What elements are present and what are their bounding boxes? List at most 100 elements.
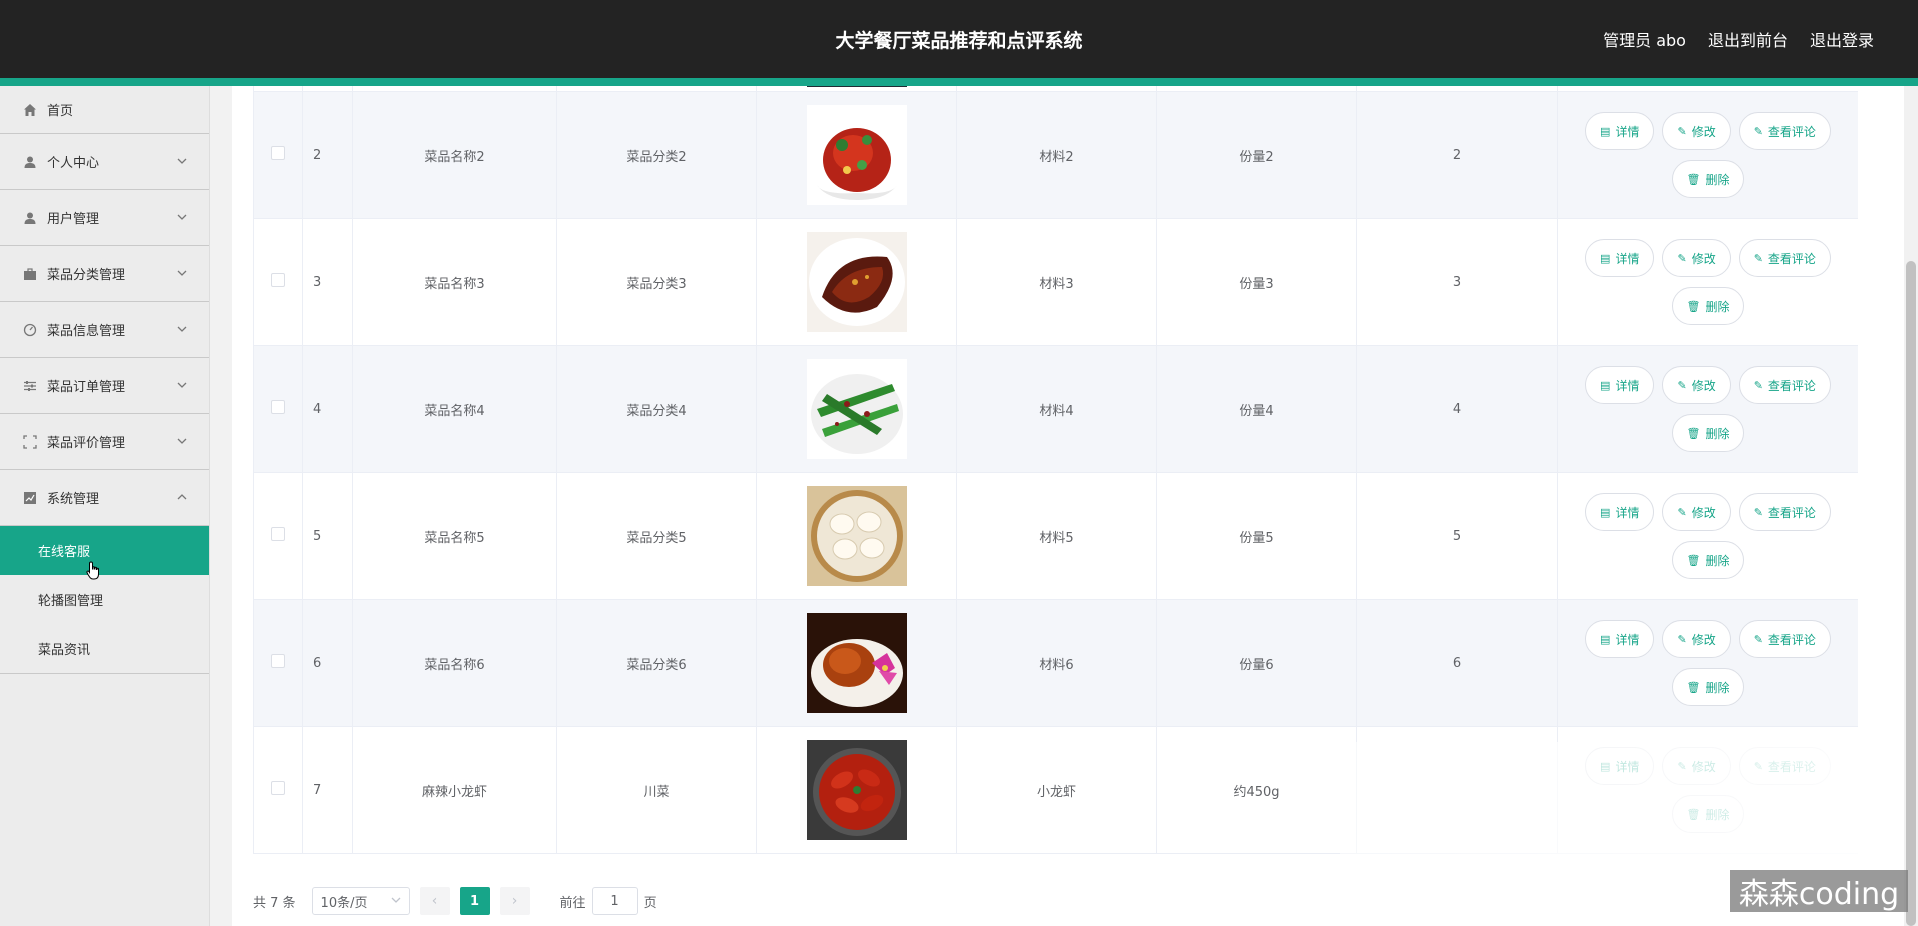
sidebar-subitem-carousel[interactable]: 轮播图管理 xyxy=(0,575,209,624)
edit-icon: ✎ xyxy=(1677,505,1687,519)
sidebar-subitem-dish-news[interactable]: 菜品资讯 xyxy=(0,624,209,673)
trash-icon: 🗑 xyxy=(1686,299,1701,313)
row-index: 3 xyxy=(302,218,353,346)
prev-page-button[interactable]: ‹ xyxy=(419,887,450,915)
row-actions: ▤详情 ✎修改 ✎查看评论 🗑删除 xyxy=(1573,112,1843,198)
exit-to-front-link[interactable]: 退出到前台 xyxy=(1708,27,1788,51)
dish-category-cell: 菜品分类3 xyxy=(556,218,757,346)
row-index: 4 xyxy=(302,345,353,473)
sidebar-item-label: 菜品信息管理 xyxy=(47,324,126,339)
detail-button[interactable]: ▤详情 xyxy=(1585,112,1655,150)
sidebar-item-label: 首页 xyxy=(47,104,74,119)
portion-cell: 份量2 xyxy=(1156,91,1357,219)
dashboard-icon xyxy=(22,322,38,338)
material-cell: 材料6 xyxy=(956,599,1157,727)
sidebar-item-dish-orders[interactable]: 菜品订单管理 xyxy=(0,358,209,414)
home-icon xyxy=(22,102,38,118)
document-icon: ▤ xyxy=(1600,124,1611,138)
row-index: 7 xyxy=(302,726,353,854)
delete-button[interactable]: 🗑删除 xyxy=(1671,287,1745,325)
view-comments-button[interactable]: ✎查看评论 xyxy=(1738,493,1831,531)
edit-button[interactable]: ✎修改 xyxy=(1662,620,1731,658)
dish-table: 2 菜品名称2 菜品分类2 材料2 份量2 2 ▤ 详情 ✎ 修改 ✎ 查看评论… xyxy=(253,86,1858,854)
view-comments-button[interactable]: ✎查看评论 xyxy=(1738,112,1831,150)
delete-button[interactable]: 🗑删除 xyxy=(1671,668,1745,706)
sidebar-item-label: 菜品分类管理 xyxy=(47,268,126,283)
edit-icon: ✎ xyxy=(1677,124,1687,138)
page-number-current[interactable]: 1 xyxy=(459,887,490,915)
material-cell: 材料5 xyxy=(956,472,1157,600)
view-comments-button[interactable]: ✎查看评论 xyxy=(1738,239,1831,277)
row-checkbox[interactable] xyxy=(271,146,285,160)
sidebar-item-label: 个人中心 xyxy=(47,156,100,171)
sidebar-item-profile[interactable]: 个人中心 xyxy=(0,134,209,190)
edit-icon: ✎ xyxy=(1753,251,1763,265)
delete-button[interactable]: 🗑删除 xyxy=(1671,160,1745,198)
user-icon xyxy=(22,210,38,226)
dish-image xyxy=(806,740,907,840)
dish-image xyxy=(806,486,907,586)
detail-button[interactable]: ▤详情 xyxy=(1585,366,1655,404)
pagination: 共 7 条 10条/页 ‹ 1 › 前往 1 页 xyxy=(253,884,657,918)
goto-page-input[interactable]: 1 xyxy=(591,887,638,915)
view-comments-button[interactable]: ✎查看评论 xyxy=(1738,620,1831,658)
chart-icon xyxy=(22,490,38,506)
chevron-down-icon xyxy=(177,323,187,337)
view-comments-button[interactable]: ✎查看评论 xyxy=(1738,366,1831,404)
dish-name-cell: 菜品名称5 xyxy=(352,472,557,600)
row-index: 6 xyxy=(302,599,353,727)
row-checkbox[interactable] xyxy=(271,654,285,668)
sidebar-item-label: 用户管理 xyxy=(47,212,100,227)
portion-cell: 份量4 xyxy=(1156,345,1357,473)
total-count: 共 7 条 xyxy=(253,895,296,911)
sidebar-item-system[interactable]: 系统管理 xyxy=(0,470,209,526)
sidebar-item-home[interactable]: 首页 xyxy=(0,86,209,134)
sidebar-subitem-online-service[interactable]: 在线客服 xyxy=(0,526,209,575)
edit-icon: ✎ xyxy=(1753,505,1763,519)
watermark: 森森coding xyxy=(1730,870,1908,912)
dish-image xyxy=(806,613,907,713)
dish-category-cell: 菜品分类4 xyxy=(556,345,757,473)
table-row: 2 菜品名称2 菜品分类2 材料2 份量2 2 ▤ 详情 ✎ 修改 ✎ 查看评论… xyxy=(253,91,1858,219)
loading-fade-overlay xyxy=(1340,742,1918,880)
sidebar-item-dish-category[interactable]: 菜品分类管理 xyxy=(0,246,209,302)
count-cell: 5 xyxy=(1356,472,1558,600)
logout-link[interactable]: 退出登录 xyxy=(1810,27,1874,51)
delete-button[interactable]: 🗑删除 xyxy=(1671,541,1745,579)
count-cell: 2 xyxy=(1356,91,1558,219)
header-accent-line xyxy=(0,78,1918,86)
dish-image xyxy=(806,359,907,459)
dish-name-cell: 菜品名称2 xyxy=(352,91,557,219)
edit-button[interactable]: ✎修改 xyxy=(1662,493,1731,531)
chevron-left-icon: ‹ xyxy=(431,893,438,909)
edit-button[interactable]: ✎修改 xyxy=(1662,239,1731,277)
edit-button[interactable]: ✎修改 xyxy=(1662,112,1731,150)
chevron-down-icon xyxy=(177,379,187,393)
row-index: 5 xyxy=(302,472,353,600)
sidebar-item-users[interactable]: 用户管理 xyxy=(0,190,209,246)
page-size-select[interactable]: 10条/页 xyxy=(311,887,410,915)
detail-button[interactable]: ▤详情 xyxy=(1585,620,1655,658)
material-cell: 材料4 xyxy=(956,345,1157,473)
scrollbar-thumb[interactable] xyxy=(1906,261,1916,926)
row-checkbox[interactable] xyxy=(271,781,285,795)
table-row: 4 菜品名称4 菜品分类4 材料4 份量4 4 ▤ 详情 ✎ 修改 ✎ 查看评论… xyxy=(253,345,1858,473)
row-actions: ▤详情 ✎修改 ✎查看评论 🗑删除 xyxy=(1573,620,1843,706)
page-scrollbar[interactable] xyxy=(1904,86,1918,926)
document-icon: ▤ xyxy=(1600,378,1611,392)
edit-button[interactable]: ✎修改 xyxy=(1662,366,1731,404)
user-icon xyxy=(22,154,38,170)
row-checkbox[interactable] xyxy=(271,527,285,541)
detail-button[interactable]: ▤详情 xyxy=(1585,493,1655,531)
document-icon: ▤ xyxy=(1600,632,1611,646)
sidebar-item-dish-info[interactable]: 菜品信息管理 xyxy=(0,302,209,358)
row-checkbox[interactable] xyxy=(271,400,285,414)
sidebar-subitem-label: 在线客服 xyxy=(38,545,91,560)
top-right-menu: 管理员 abo 退出到前台 退出登录 xyxy=(1603,27,1874,51)
delete-button[interactable]: 🗑删除 xyxy=(1671,414,1745,452)
briefcase-icon xyxy=(22,266,38,282)
detail-button[interactable]: ▤详情 xyxy=(1585,239,1655,277)
next-page-button[interactable]: › xyxy=(499,887,530,915)
row-checkbox[interactable] xyxy=(271,273,285,287)
sidebar-item-dish-reviews[interactable]: 菜品评价管理 xyxy=(0,414,209,470)
